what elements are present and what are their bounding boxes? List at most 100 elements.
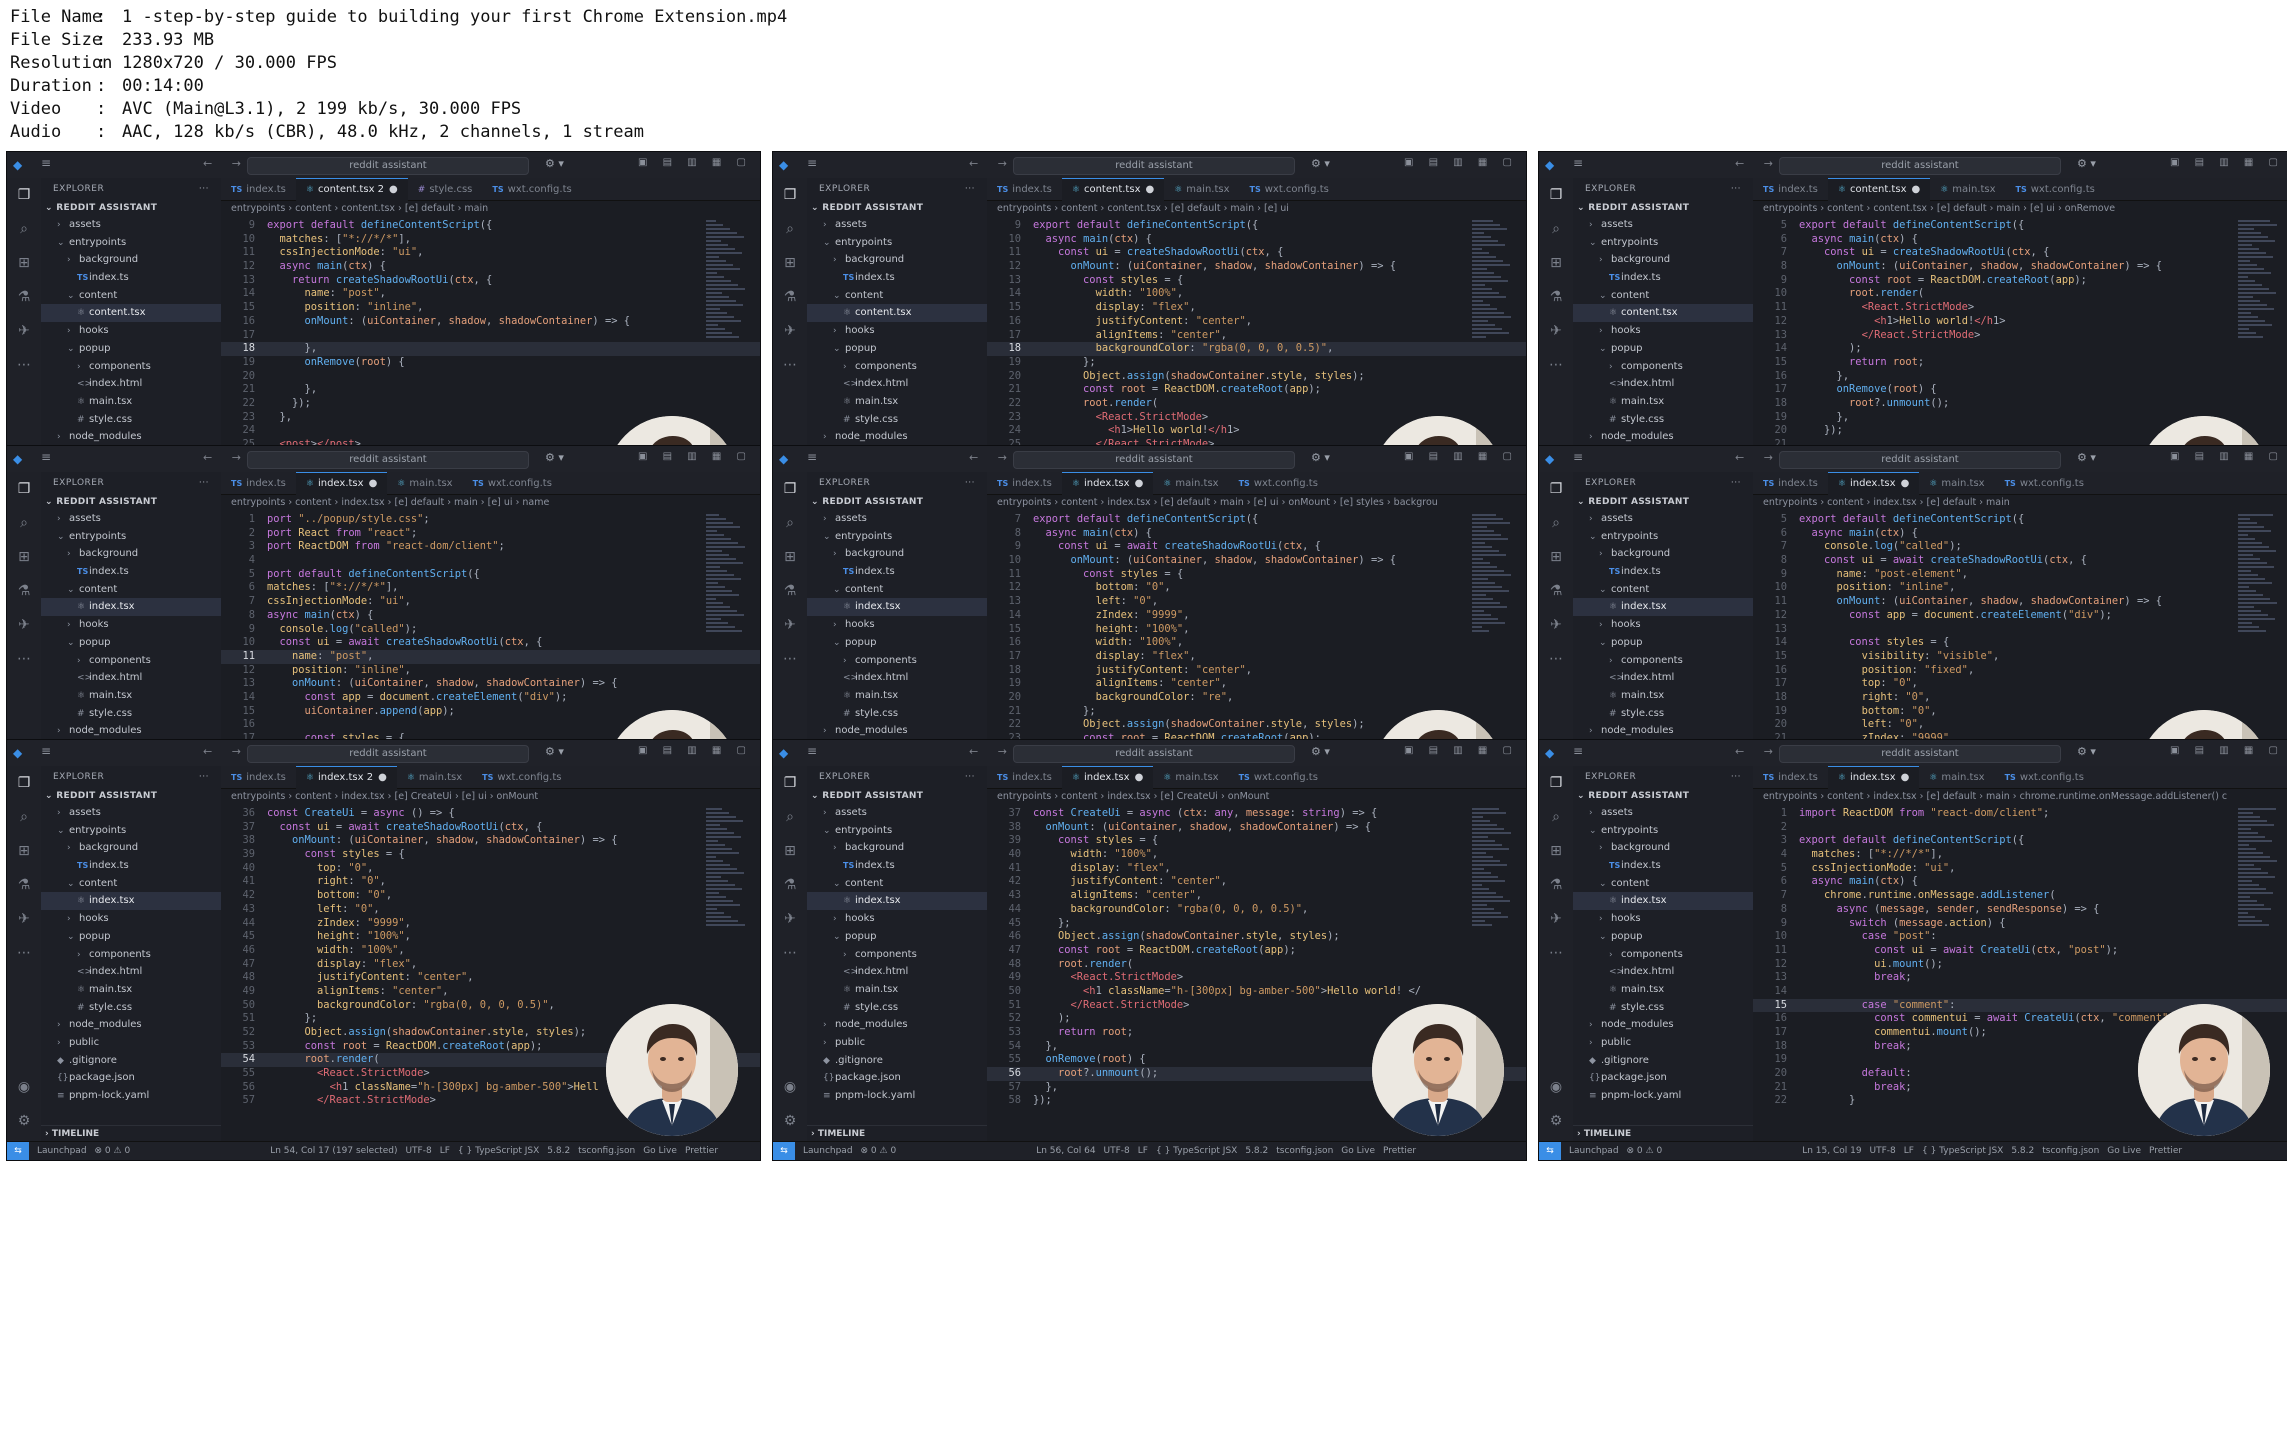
file-tree-item[interactable]: <>index.html	[807, 375, 987, 393]
file-tree-item[interactable]: › assets	[807, 216, 987, 234]
file-tree-item[interactable]: › hooks	[1573, 616, 1753, 634]
file-tree-item[interactable]: › hooks	[1573, 322, 1753, 340]
file-tree-item[interactable]: ⌄ content	[41, 875, 221, 893]
breadcrumb[interactable]: entrypoints › content › content.tsx › [e…	[1753, 201, 2287, 217]
copilot-icon[interactable]: ⚙ ▾	[545, 157, 564, 170]
breadcrumb[interactable]: entrypoints › content › content.tsx › [e…	[987, 201, 1526, 217]
extensions-icon[interactable]: ⊞	[773, 834, 807, 868]
file-tree-item[interactable]: ⚛ index.tsx	[1573, 598, 1753, 617]
testing-icon[interactable]: ⚗	[1539, 868, 1573, 902]
search-icon[interactable]: ⌕	[7, 212, 41, 246]
file-tree-item[interactable]: › components	[1573, 358, 1753, 376]
file-tree-item[interactable]: TSindex.ts	[1573, 563, 1753, 581]
command-center-search[interactable]: reddit assistant	[247, 745, 529, 763]
tab-close-icon[interactable]: ●	[378, 772, 387, 783]
nav-arrows-icon[interactable]: ← →	[969, 157, 1015, 170]
minimap[interactable]	[2238, 512, 2278, 672]
status-problems[interactable]: ⊗ 0 ⚠ 0	[95, 1146, 131, 1156]
file-tree-item[interactable]: ⌄ popup	[41, 340, 221, 358]
status-eol[interactable]: LF	[440, 1146, 450, 1156]
command-center-search[interactable]: reddit assistant	[1779, 157, 2061, 175]
file-tree-item[interactable]: ⌄ popup	[1573, 634, 1753, 652]
copilot-icon[interactable]: ⚙ ▾	[545, 745, 564, 758]
file-tree-item[interactable]: <>index.html	[41, 669, 221, 687]
tab-close-icon[interactable]: ●	[1135, 772, 1144, 783]
editor-tab[interactable]: ⚛ index.tsx ●	[1827, 766, 1920, 789]
search-icon[interactable]: ⌕	[773, 800, 807, 834]
remote-indicator-icon[interactable]: ⇆	[773, 1142, 795, 1160]
files-icon[interactable]: ❐	[7, 766, 41, 800]
files-icon[interactable]: ❐	[1539, 766, 1573, 800]
remote-icon[interactable]: ✈	[773, 608, 807, 642]
file-tree-item[interactable]: ⚛ main.tsx	[41, 687, 221, 705]
editor-tab[interactable]: ⚛ main.tsx	[1153, 473, 1228, 495]
file-tree-item[interactable]: ⚛ main.tsx	[41, 981, 221, 999]
file-tree-item[interactable]: # style.css	[1573, 705, 1753, 723]
testing-icon[interactable]: ⚗	[1539, 574, 1573, 608]
remote-indicator-icon[interactable]: ⇆	[7, 1142, 29, 1160]
layout-icons[interactable]: ▣ ▤ ▥ ▦ ▢	[638, 745, 752, 756]
editor-tab[interactable]: ⚛ index.tsx ●	[1827, 472, 1920, 495]
search-icon[interactable]: ⌕	[7, 506, 41, 540]
menu-icon[interactable]: ≡	[41, 744, 51, 758]
file-tree-item[interactable]: TSindex.ts	[807, 269, 987, 287]
explorer-root-folder[interactable]: ⌄ REDDIT ASSISTANT	[807, 788, 987, 804]
copilot-icon[interactable]: ⚙ ▾	[1311, 745, 1330, 758]
file-tree-item[interactable]: ⚛ main.tsx	[1573, 393, 1753, 411]
status-problems[interactable]: ⊗ 0 ⚠ 0	[1627, 1146, 1663, 1156]
file-tree-item[interactable]: ⌄ entrypoints	[41, 822, 221, 840]
editor-tab[interactable]: TS index.ts	[1753, 767, 1828, 789]
remote-icon[interactable]: ✈	[773, 902, 807, 936]
file-tree-item[interactable]: <>index.html	[41, 375, 221, 393]
breadcrumb[interactable]: entrypoints › content › content.tsx › [e…	[221, 201, 760, 217]
breadcrumb[interactable]: entrypoints › content › index.tsx › [e] …	[987, 789, 1526, 805]
file-tree-item[interactable]: › components	[807, 358, 987, 376]
status-live[interactable]: Go Live	[1341, 1146, 1375, 1156]
search-icon[interactable]: ⌕	[1539, 800, 1573, 834]
editor-tab[interactable]: ⚛ main.tsx	[1919, 767, 1994, 789]
file-tree-item[interactable]: TSindex.ts	[1573, 857, 1753, 875]
file-tree-item[interactable]: ⌄ content	[41, 287, 221, 305]
explorer-root-folder[interactable]: ⌄ REDDIT ASSISTANT	[807, 200, 987, 216]
breadcrumb[interactable]: entrypoints › content › index.tsx › [e] …	[1753, 495, 2287, 511]
testing-icon[interactable]: ⚗	[773, 280, 807, 314]
editor-tab[interactable]: ⚛ main.tsx	[387, 473, 462, 495]
status-lang[interactable]: { } TypeScript JSX	[1156, 1146, 1237, 1156]
files-icon[interactable]: ❐	[773, 178, 807, 212]
file-tree-item[interactable]: › hooks	[1573, 910, 1753, 928]
menu-icon[interactable]: ≡	[807, 450, 817, 464]
file-tree-item[interactable]: › public	[1573, 1034, 1753, 1052]
minimap[interactable]	[1472, 806, 1512, 966]
status-enc[interactable]: UTF-8	[1870, 1146, 1896, 1156]
status-ver[interactable]: 5.8.2	[2011, 1146, 2034, 1156]
file-tree-item[interactable]: ⌄ popup	[807, 634, 987, 652]
layout-icons[interactable]: ▣ ▤ ▥ ▦ ▢	[1404, 745, 1518, 756]
status-live[interactable]: Go Live	[2107, 1146, 2141, 1156]
more-icon[interactable]: ⋯	[773, 936, 807, 970]
status-eol[interactable]: LF	[1138, 1146, 1148, 1156]
command-center-search[interactable]: reddit assistant	[1013, 451, 1295, 469]
copilot-icon[interactable]: ⚙ ▾	[1311, 451, 1330, 464]
file-tree-item[interactable]: # style.css	[41, 705, 221, 723]
file-tree-item[interactable]: # style.css	[41, 999, 221, 1017]
more-actions-icon[interactable]: ···	[965, 472, 975, 494]
editor-tab[interactable]: ⚛ content.tsx ●	[1061, 178, 1165, 201]
explorer-root-folder[interactable]: ⌄ REDDIT ASSISTANT	[41, 494, 221, 510]
file-tree-item[interactable]: › components	[41, 946, 221, 964]
remote-icon[interactable]: ✈	[1539, 902, 1573, 936]
account-icon[interactable]: ◉	[1539, 1070, 1573, 1104]
layout-icons[interactable]: ▣ ▤ ▥ ▦ ▢	[1404, 451, 1518, 462]
file-tree-item[interactable]: # style.css	[1573, 411, 1753, 429]
tab-close-icon[interactable]: ●	[1145, 184, 1154, 195]
file-tree-item[interactable]: › public	[807, 1034, 987, 1052]
file-tree-item[interactable]: ⚛ content.tsx	[41, 304, 221, 323]
status-cfg[interactable]: tsconfig.json	[1276, 1146, 1333, 1156]
timeline-section[interactable]: › TIMELINE	[807, 1125, 987, 1142]
files-icon[interactable]: ❐	[1539, 178, 1573, 212]
editor-tab[interactable]: ⚛ main.tsx	[1164, 179, 1239, 201]
editor-tab[interactable]: ⚛ main.tsx	[1930, 179, 2005, 201]
file-tree-item[interactable]: ⚛ index.tsx	[1573, 892, 1753, 911]
file-tree-item[interactable]: ⌄ popup	[41, 634, 221, 652]
more-actions-icon[interactable]: ···	[199, 472, 209, 494]
editor-tab[interactable]: ⚛ index.tsx ●	[1061, 472, 1154, 495]
